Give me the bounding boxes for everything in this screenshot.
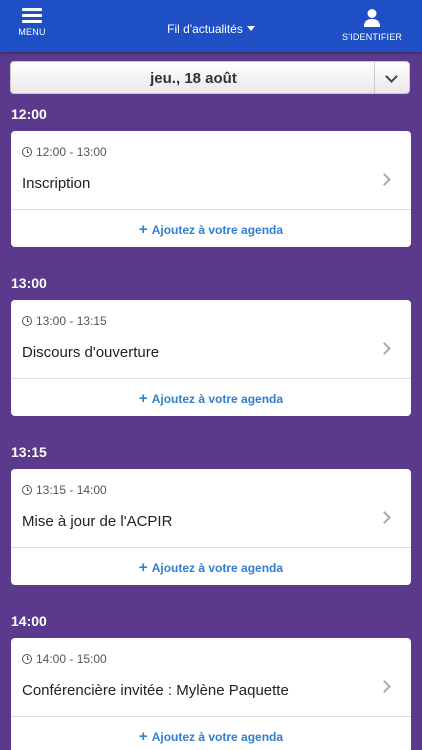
session-title: Conférencière invitée : Mylène Paquette xyxy=(22,682,289,699)
add-to-agenda-button[interactable]: + Ajoutez à votre agenda xyxy=(11,716,411,750)
top-navigation-bar: MENU Fil d'actualités S'IDENTIFIER xyxy=(0,0,422,52)
session-details-link[interactable]: 13:15 - 14:00 Mise à jour de l'ACPIR xyxy=(11,469,411,547)
plus-icon: + xyxy=(138,390,148,407)
clock-icon xyxy=(22,147,32,157)
session-time: 13:15 - 14:00 xyxy=(22,483,107,497)
add-to-agenda-label: Ajoutez à votre agenda xyxy=(151,730,284,744)
session-time: 12:00 - 13:00 xyxy=(22,145,107,159)
session-card: 14:00 - 15:00 Conférencière invitée : My… xyxy=(11,638,411,750)
hamburger-icon xyxy=(22,8,42,23)
time-slot-header: 13:00 xyxy=(11,275,47,291)
session-title: Discours d'ouverture xyxy=(22,344,160,361)
chevron-right-icon xyxy=(378,342,391,355)
session-time: 14:00 - 15:00 xyxy=(22,652,107,666)
login-label: S'IDENTIFIER xyxy=(342,32,403,42)
selected-date: jeu., 18 août xyxy=(150,70,237,87)
date-selector[interactable]: jeu., 18 août xyxy=(10,61,410,94)
time-slot-header: 13:15 xyxy=(11,444,47,460)
login-button[interactable]: S'IDENTIFIER xyxy=(342,8,402,42)
chevron-right-icon xyxy=(378,680,391,693)
session-time: 13:00 - 13:15 xyxy=(22,314,107,328)
time-slot-header: 12:00 xyxy=(11,106,47,122)
time-slot-header: 14:00 xyxy=(11,613,47,629)
chevron-right-icon xyxy=(378,511,391,524)
session-details-link[interactable]: 14:00 - 15:00 Conférencière invitée : My… xyxy=(11,638,411,716)
plus-icon: + xyxy=(138,728,148,745)
add-to-agenda-button[interactable]: + Ajoutez à votre agenda xyxy=(11,378,411,416)
plus-icon: + xyxy=(138,559,148,576)
add-to-agenda-label: Ajoutez à votre agenda xyxy=(151,561,284,575)
clock-icon xyxy=(22,485,32,495)
session-details-link[interactable]: 13:00 - 13:15 Discours d'ouverture xyxy=(11,300,411,378)
chevron-right-icon xyxy=(378,173,391,186)
session-title: Mise à jour de l'ACPIR xyxy=(22,513,173,530)
add-to-agenda-label: Ajoutez à votre agenda xyxy=(151,392,284,406)
user-icon xyxy=(364,9,380,27)
plus-icon: + xyxy=(138,221,148,238)
add-to-agenda-label: Ajoutez à votre agenda xyxy=(151,223,284,237)
session-title: Inscription xyxy=(22,175,91,192)
add-to-agenda-button[interactable]: + Ajoutez à votre agenda xyxy=(11,209,411,247)
session-card: 12:00 - 13:00 Inscription + Ajoutez à vot… xyxy=(11,131,411,247)
session-card: 13:00 - 13:15 Discours d'ouverture + Ajou… xyxy=(11,300,411,416)
clock-icon xyxy=(22,654,32,664)
session-details-link[interactable]: 12:00 - 13:00 Inscription xyxy=(11,131,411,209)
session-card: 13:15 - 14:00 Mise à jour de l'ACPIR + Aj… xyxy=(11,469,411,585)
chevron-down-icon xyxy=(385,70,398,83)
clock-icon xyxy=(22,316,32,326)
caret-down-icon xyxy=(246,26,255,31)
feed-title: Fil d'actualités xyxy=(167,22,243,36)
add-to-agenda-button[interactable]: + Ajoutez à votre agenda xyxy=(11,547,411,585)
date-dropdown-button[interactable] xyxy=(374,62,409,93)
